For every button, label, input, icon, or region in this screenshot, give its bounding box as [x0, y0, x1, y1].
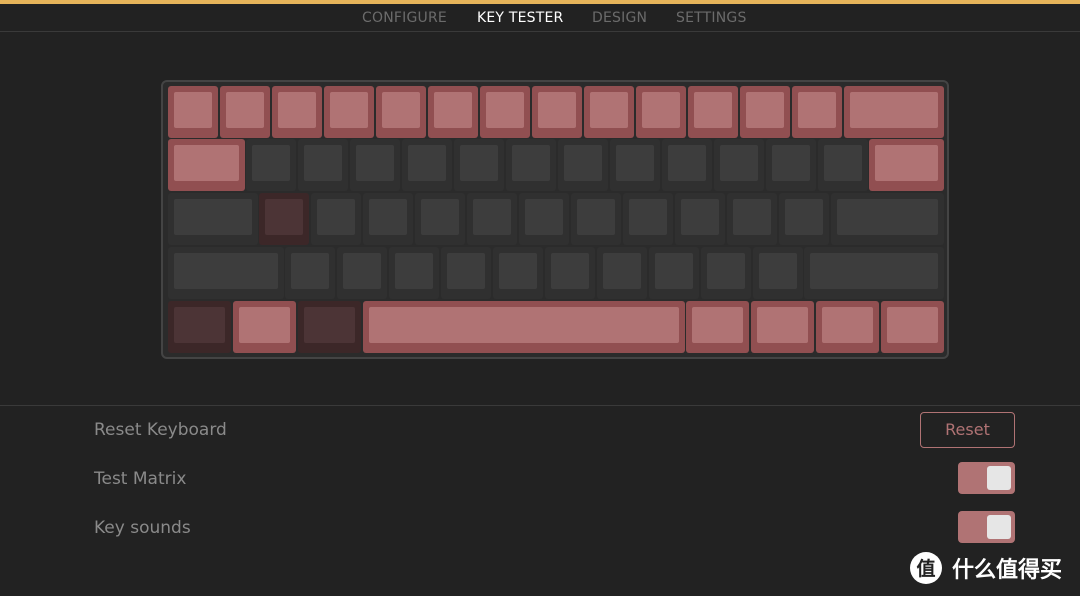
key-r2-k3[interactable]: [363, 193, 413, 245]
divider: [0, 405, 1080, 406]
key-r0-k13[interactable]: [844, 86, 944, 138]
svg-text:值: 值: [916, 557, 935, 580]
key-r4-k2[interactable]: [298, 301, 361, 353]
key-r4-k3[interactable]: [363, 301, 685, 353]
toggle-knob: [987, 466, 1011, 490]
key-r0-k5[interactable]: [428, 86, 478, 138]
key-r3-k0[interactable]: [168, 247, 284, 299]
key-r0-k12[interactable]: [792, 86, 842, 138]
key-r2-k12[interactable]: [831, 193, 944, 245]
key-sounds-toggle[interactable]: [958, 511, 1015, 543]
zhi-logo-icon: 值: [910, 552, 942, 584]
key-r0-k10[interactable]: [688, 86, 738, 138]
tab-design[interactable]: DESIGN: [592, 10, 647, 26]
key-r1-k8[interactable]: [610, 139, 660, 191]
key-r1-k5[interactable]: [454, 139, 504, 191]
tab-configure[interactable]: CONFIGURE: [362, 10, 447, 26]
watermark-text: 什么值得买: [952, 558, 1063, 583]
top-nav: CONFIGURE KEY TESTER DESIGN SETTINGS: [0, 4, 1080, 32]
key-r2-k5[interactable]: [467, 193, 517, 245]
key-r4-k5[interactable]: [751, 301, 814, 353]
key-r3-k4[interactable]: [441, 247, 491, 299]
key-r1-k6[interactable]: [506, 139, 556, 191]
key-r2-k8[interactable]: [623, 193, 673, 245]
key-r3-k8[interactable]: [649, 247, 699, 299]
key-r2-k9[interactable]: [675, 193, 725, 245]
key-r1-k0[interactable]: [168, 139, 245, 191]
key-r0-k9[interactable]: [636, 86, 686, 138]
key-r4-k7[interactable]: [881, 301, 944, 353]
key-r3-k10[interactable]: [753, 247, 803, 299]
key-r4-k6[interactable]: [816, 301, 879, 353]
watermark: 值 什么值得买: [910, 551, 1062, 585]
key-r1-k3[interactable]: [350, 139, 400, 191]
key-r1-k7[interactable]: [558, 139, 608, 191]
key-r4-k0[interactable]: [168, 301, 231, 353]
key-r3-k5[interactable]: [493, 247, 543, 299]
key-r2-k11[interactable]: [779, 193, 829, 245]
key-r4-k4[interactable]: [686, 301, 749, 353]
reset-keyboard-label: Reset Keyboard: [94, 420, 227, 440]
key-r0-k8[interactable]: [584, 86, 634, 138]
keyboard-tester: [161, 80, 949, 359]
key-r2-k10[interactable]: [727, 193, 777, 245]
key-r1-k9[interactable]: [662, 139, 712, 191]
key-r4-k1[interactable]: [233, 301, 296, 353]
key-r1-k10[interactable]: [714, 139, 764, 191]
key-r0-k0[interactable]: [168, 86, 218, 138]
key-r0-k7[interactable]: [532, 86, 582, 138]
key-r3-k11[interactable]: [804, 247, 944, 299]
key-r3-k7[interactable]: [597, 247, 647, 299]
key-r1-k12[interactable]: [818, 139, 868, 191]
key-r1-k4[interactable]: [402, 139, 452, 191]
key-r0-k2[interactable]: [272, 86, 322, 138]
key-r1-k13[interactable]: [869, 139, 944, 191]
key-r0-k3[interactable]: [324, 86, 374, 138]
key-r3-k9[interactable]: [701, 247, 751, 299]
key-r1-k1[interactable]: [246, 139, 296, 191]
key-r3-k6[interactable]: [545, 247, 595, 299]
key-r2-k7[interactable]: [571, 193, 621, 245]
key-r2-k0[interactable]: [168, 193, 258, 245]
key-r3-k3[interactable]: [389, 247, 439, 299]
tab-key-tester[interactable]: KEY TESTER: [477, 10, 563, 26]
key-r1-k2[interactable]: [298, 139, 348, 191]
key-r2-k2[interactable]: [311, 193, 361, 245]
key-sounds-label: Key sounds: [94, 518, 191, 538]
key-r2-k1[interactable]: [259, 193, 309, 245]
key-r2-k6[interactable]: [519, 193, 569, 245]
key-r0-k4[interactable]: [376, 86, 426, 138]
reset-button[interactable]: Reset: [920, 412, 1015, 448]
toggle-knob: [987, 515, 1011, 539]
key-r1-k11[interactable]: [766, 139, 816, 191]
key-r0-k1[interactable]: [220, 86, 270, 138]
key-r3-k1[interactable]: [285, 247, 335, 299]
key-r0-k6[interactable]: [480, 86, 530, 138]
key-r0-k11[interactable]: [740, 86, 790, 138]
test-matrix-label: Test Matrix: [94, 469, 187, 489]
test-matrix-toggle[interactable]: [958, 462, 1015, 494]
key-r2-k4[interactable]: [415, 193, 465, 245]
key-r3-k2[interactable]: [337, 247, 387, 299]
tab-settings[interactable]: SETTINGS: [676, 10, 747, 26]
